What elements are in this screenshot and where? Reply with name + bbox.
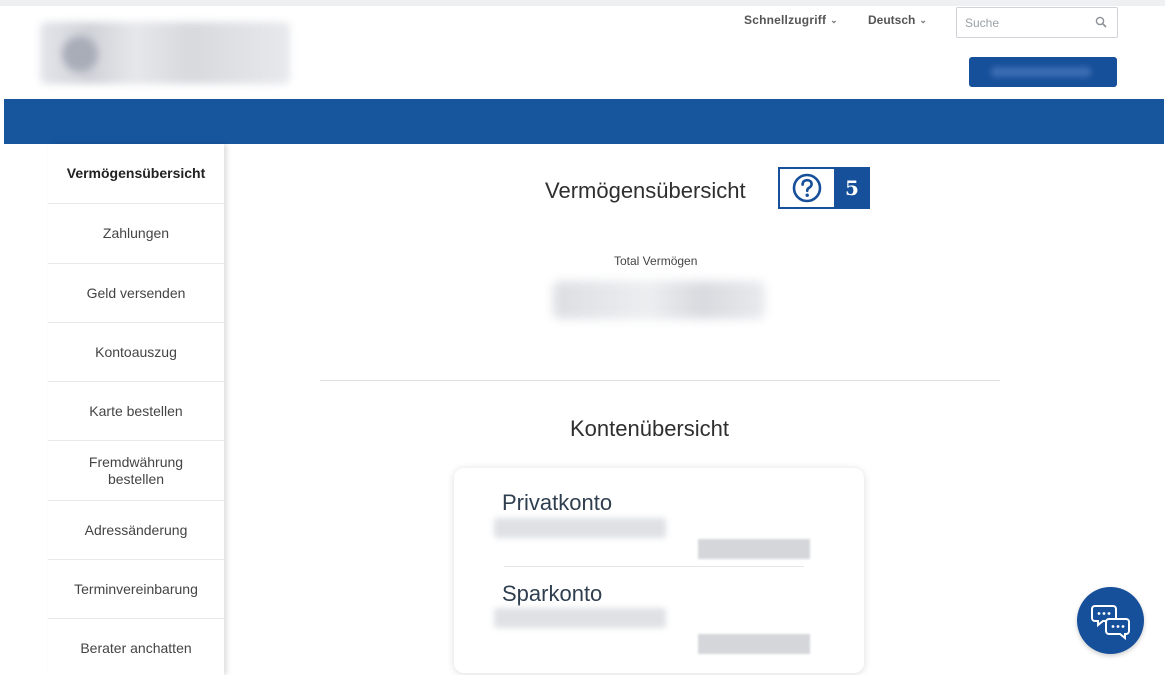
- account-name-privatkonto[interactable]: Privatkonto: [502, 490, 612, 516]
- chevron-down-icon: ⌄: [919, 15, 927, 25]
- sidebar-item-berater-anchatten[interactable]: Berater anchatten: [48, 619, 224, 675]
- section-divider: [320, 380, 1000, 381]
- help-button[interactable]: [778, 167, 836, 209]
- chat-button[interactable]: [1077, 587, 1144, 654]
- sidebar-item-adressaenderung[interactable]: Adressänderung: [48, 501, 224, 560]
- bank-logo[interactable]: [40, 22, 290, 84]
- account-balance: [698, 634, 810, 654]
- search-box[interactable]: [956, 7, 1118, 38]
- accounts-card: Privatkonto Sparkonto: [454, 468, 864, 673]
- sidebar-nav: Vermögensübersicht Zahlungen Geld versen…: [48, 144, 224, 675]
- search-icon[interactable]: [1095, 16, 1107, 28]
- sidebar-item-fremdwaehrung[interactable]: Fremdwährung bestellen: [48, 441, 224, 500]
- sidebar-item-geld-versenden[interactable]: Geld versenden: [48, 264, 224, 323]
- language-label: Deutsch: [868, 13, 916, 27]
- page-title: Vermögensübersicht: [545, 178, 746, 203]
- sidebar-item-zahlungen[interactable]: Zahlungen: [48, 204, 224, 263]
- sidebar-item-kontoauszug[interactable]: Kontoauszug: [48, 323, 224, 382]
- sidebar-item-karte-bestellen[interactable]: Karte bestellen: [48, 382, 224, 441]
- main-nav-bar: [4, 99, 1164, 144]
- sidebar-item-vermoegensuebersicht[interactable]: Vermögensübersicht: [48, 144, 224, 203]
- account-divider: [504, 566, 804, 567]
- total-assets-value: [553, 281, 765, 319]
- account-balance: [698, 539, 810, 559]
- accounts-overview-title: Kontenübersicht: [570, 416, 729, 441]
- chat-bubbles-icon: [1090, 604, 1130, 640]
- annotation-badge: 5: [834, 167, 870, 209]
- chevron-down-icon: ⌄: [830, 15, 838, 25]
- quick-access-label: Schnellzugriff: [744, 13, 827, 27]
- quick-access-menu[interactable]: Schnellzugriff ⌄: [744, 13, 838, 27]
- account-number: [494, 608, 666, 628]
- sidebar-item-terminvereinbarung[interactable]: Terminvereinbarung: [48, 560, 224, 619]
- language-selector[interactable]: Deutsch ⌄: [868, 13, 927, 27]
- login-button[interactable]: [969, 57, 1117, 87]
- account-number: [494, 518, 666, 538]
- question-circle-icon: [792, 173, 822, 203]
- top-edge: [0, 0, 1165, 6]
- account-name-sparkonto[interactable]: Sparkonto: [502, 581, 602, 607]
- total-assets-label: Total Vermögen: [614, 254, 698, 268]
- search-input[interactable]: [957, 8, 1087, 37]
